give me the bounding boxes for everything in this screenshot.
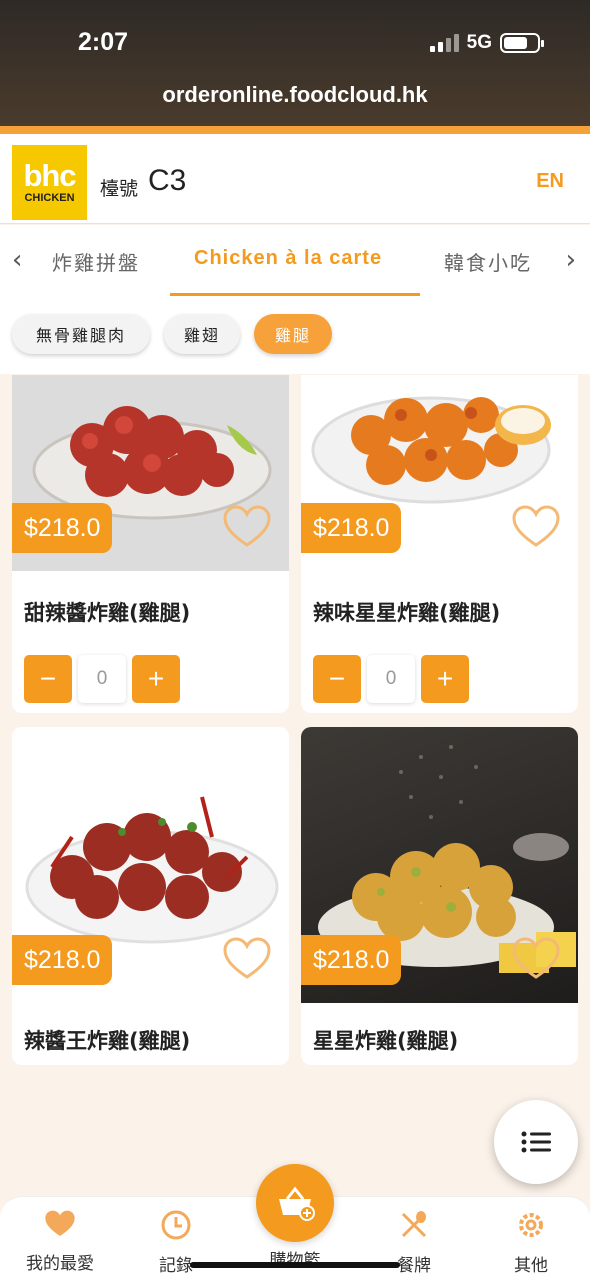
- heart-icon: [45, 1210, 75, 1236]
- product-card[interactable]: $218.0 星星炸雞(雞腿) − 0 +: [301, 727, 578, 1065]
- chip-boneless-thigh[interactable]: 無骨雞腿肉: [12, 314, 150, 354]
- signal-icon: [429, 34, 459, 52]
- heart-icon[interactable]: [223, 937, 271, 981]
- heart-icon[interactable]: [512, 937, 560, 981]
- nav-other[interactable]: 其他: [481, 1209, 581, 1276]
- logo-subtext: CHICKEN: [24, 191, 75, 204]
- product-name: 甜辣醬炸雞(雞腿): [24, 601, 191, 625]
- gear-icon: [519, 1213, 543, 1237]
- quantity-value[interactable]: 0: [78, 655, 126, 703]
- product-card[interactable]: $218.0 辣味星星炸雞(雞腿) − 0 +: [301, 375, 578, 713]
- nav-favorites[interactable]: 我的最愛: [10, 1209, 110, 1274]
- quantity-stepper: − 0 +: [313, 655, 469, 703]
- battery-icon: [500, 33, 544, 53]
- table-number: C3: [148, 164, 187, 197]
- heart-icon[interactable]: [512, 505, 560, 549]
- chevron-left-icon[interactable]: ‹: [12, 245, 22, 275]
- chip-wings[interactable]: 雞翅: [164, 314, 240, 354]
- category-tabs: ‹ 炸雞拼盤 Chicken à la carte 韓食小吃 ›: [0, 225, 590, 297]
- increase-button[interactable]: +: [132, 655, 180, 703]
- url-bar[interactable]: orderonline.foodcloud.hk: [0, 82, 590, 108]
- brand-logo: bhc CHICKEN: [12, 145, 87, 220]
- list-menu-button[interactable]: [494, 1100, 578, 1184]
- table-label: 檯號: [100, 178, 139, 200]
- nav-favorites-label: 我的最愛: [26, 1254, 94, 1274]
- restaurant-header: bhc CHICKEN 檯號 C3 EN: [0, 134, 590, 224]
- cutlery-icon: [401, 1211, 427, 1238]
- list-icon: [521, 1131, 551, 1153]
- decrease-button[interactable]: −: [313, 655, 361, 703]
- nav-other-label: 其他: [514, 1256, 548, 1276]
- accent-divider: [0, 126, 590, 134]
- increase-button[interactable]: +: [421, 655, 469, 703]
- language-toggle[interactable]: EN: [536, 170, 564, 193]
- tab-korean-snacks[interactable]: 韓食小吃: [444, 247, 532, 276]
- price-tag: $218.0: [301, 503, 402, 553]
- quantity-stepper: − 0 +: [24, 655, 180, 703]
- product-name: 星星炸雞(雞腿): [313, 1029, 459, 1053]
- price-tag: $218.0: [301, 935, 402, 985]
- chip-drumsticks[interactable]: 雞腿: [254, 314, 332, 354]
- browser-top-bar: 2:07 5G orderonline.foodcloud.hk: [0, 0, 590, 126]
- cart-button[interactable]: [256, 1164, 334, 1242]
- chevron-right-icon[interactable]: ›: [566, 245, 576, 275]
- clock-icon: [161, 1210, 191, 1240]
- product-card[interactable]: $218.0 辣醬王炸雞(雞腿) − 0 +: [12, 727, 289, 1065]
- heart-icon[interactable]: [223, 505, 271, 549]
- product-card[interactable]: $218.0 甜辣醬炸雞(雞腿) − 0 +: [12, 375, 289, 713]
- product-name: 辣味星星炸雞(雞腿): [313, 601, 501, 625]
- quantity-value[interactable]: 0: [367, 655, 415, 703]
- network-type: 5G: [466, 32, 492, 53]
- home-indicator: [190, 1262, 400, 1268]
- product-name: 辣醬王炸雞(雞腿): [24, 1029, 191, 1053]
- tab-chicken-a-la-carte[interactable]: Chicken à la carte: [194, 247, 382, 270]
- basket-icon: [279, 1186, 315, 1221]
- subcategory-chips: 無骨雞腿肉 雞翅 雞腿: [0, 296, 590, 374]
- status-icons: 5G: [429, 32, 544, 54]
- price-tag: $218.0: [12, 935, 113, 985]
- status-time: 2:07: [78, 28, 129, 56]
- price-tag: $218.0: [12, 503, 113, 553]
- logo-text: bhc: [23, 157, 76, 193]
- tab-platter[interactable]: 炸雞拼盤: [52, 247, 140, 276]
- decrease-button[interactable]: −: [24, 655, 72, 703]
